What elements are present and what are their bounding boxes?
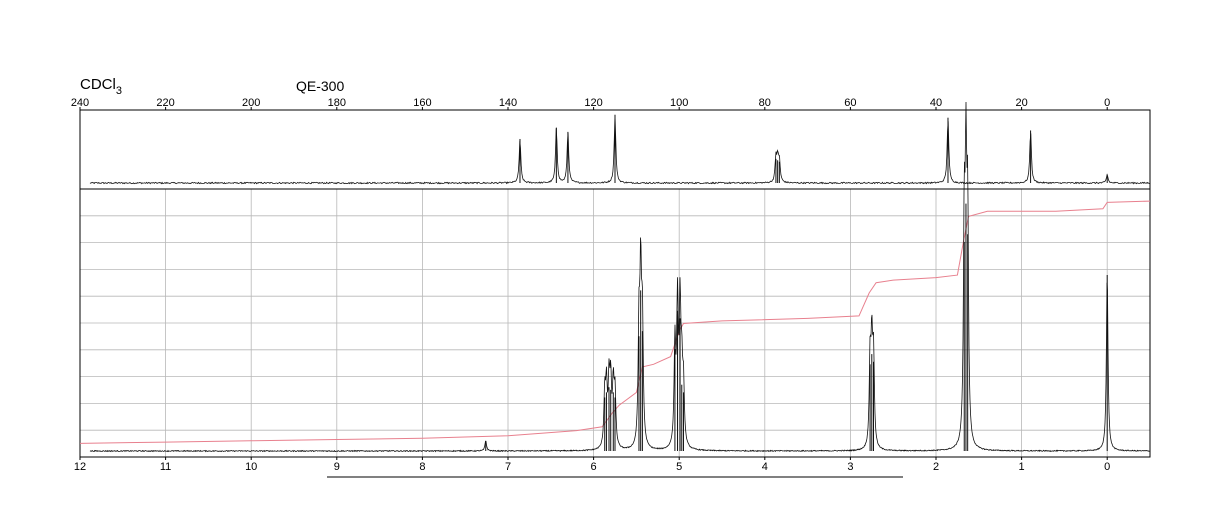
- c13-tick-label: 40: [930, 97, 942, 109]
- c13-tick-label: 60: [844, 97, 856, 109]
- h1-tick-label: 8: [419, 461, 425, 473]
- c13-tick-label: 240: [71, 97, 89, 109]
- h1-tick-label: 11: [160, 461, 171, 473]
- h1-tick-label: 12: [74, 461, 86, 473]
- h1-tick-label: 2: [933, 461, 939, 473]
- proton-spectrum: 12 11 10 9 8 7 6 5 4 3 2 1 0: [74, 101, 1151, 473]
- c13-tick-label: 220: [156, 97, 174, 109]
- h1-tick-label: 1: [1019, 461, 1025, 473]
- carbon-13-spectrum: 240 220 200 180 160 140 120 100 80 60 40 20 0: [71, 97, 1151, 190]
- c13-tick-label: 20: [1015, 97, 1027, 109]
- c13-tick-label: 160: [413, 97, 431, 109]
- spectra-plot: 240 220 200 180 160 140 120 100 80 60 40 20 0 12 11 10…: [71, 97, 1151, 478]
- c13-tick-label: 80: [759, 97, 771, 109]
- c13-trace: [89, 114, 1150, 185]
- c13-tick-label: 120: [584, 97, 602, 109]
- h1-tick-label: 0: [1104, 461, 1110, 473]
- h1-tick-label: 4: [762, 461, 768, 473]
- c13-tick-label: 200: [242, 97, 260, 109]
- h1-tick-label: 10: [245, 461, 257, 473]
- h1-tick-label: 7: [505, 461, 511, 473]
- nmr-figure: CDCl3 QE-300 240 220 200 180 160 140 120 100 80 6…: [0, 0, 1224, 528]
- h1-tick-label: 6: [591, 461, 597, 473]
- c13-tick-label: 0: [1104, 97, 1110, 109]
- h1-tick-label: 5: [676, 461, 682, 473]
- c13-tick-label: 140: [499, 97, 517, 109]
- c13-tick-label: 100: [670, 97, 688, 109]
- c13-tick-label: 180: [328, 97, 346, 109]
- h1-trace: [89, 101, 1151, 453]
- h1-tick-label: 3: [847, 461, 853, 473]
- h1-tick-label: 9: [334, 461, 340, 473]
